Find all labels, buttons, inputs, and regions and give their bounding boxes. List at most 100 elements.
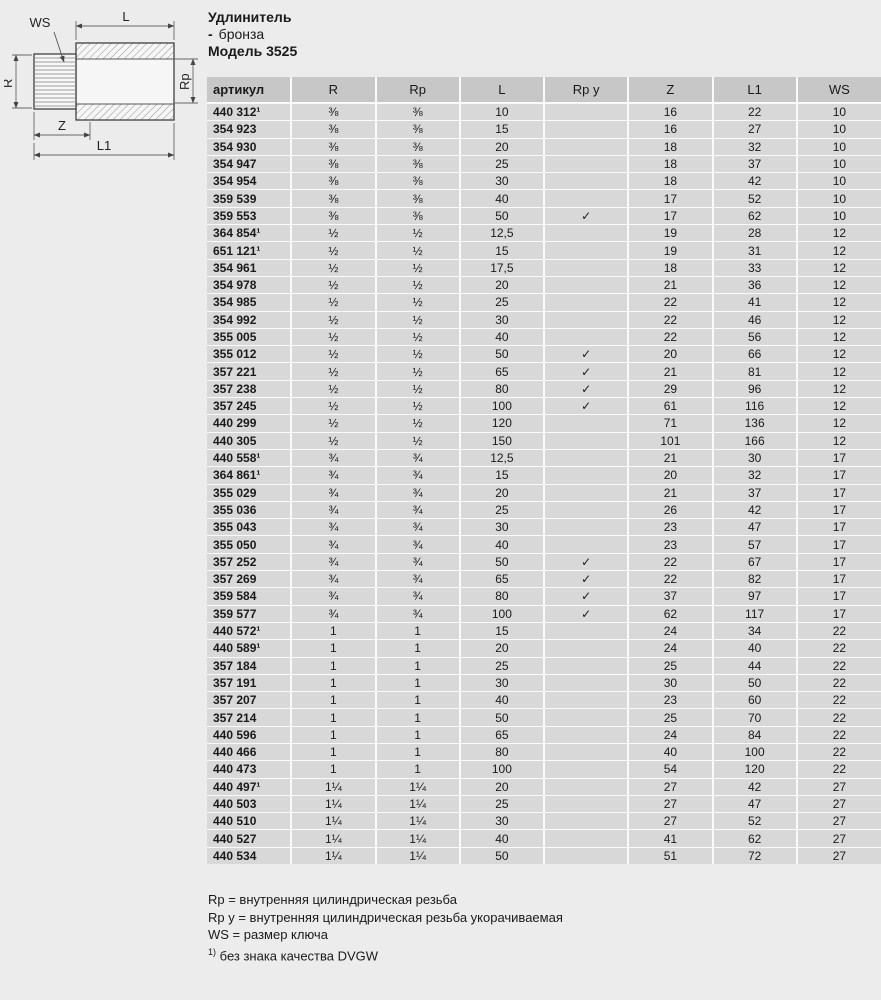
cell-artikul: 354 985: [207, 294, 291, 311]
cell-ws: 10: [797, 190, 881, 207]
cell-z: 23: [628, 692, 712, 709]
cell-l: 100: [460, 605, 544, 622]
cell-artikul: 440 510: [207, 813, 291, 830]
cell-rpu: ✓: [544, 346, 628, 363]
table-row: 440 312¹ ⅜ ⅜ 10 16 22 10: [207, 103, 881, 121]
dim-r: [12, 55, 32, 108]
cell-z: 23: [628, 519, 712, 536]
cell-artikul: 355 050: [207, 536, 291, 553]
cell-artikul: 357 207: [207, 692, 291, 709]
cell-rp: 1: [376, 692, 460, 709]
cell-l1: 47: [713, 795, 797, 812]
cell-ws: 10: [797, 121, 881, 138]
dim-label-ws: WS: [30, 15, 51, 30]
table-row: 364 861¹ ¾ ¾ 15 20 32 17: [207, 467, 881, 484]
cell-ws: 27: [797, 830, 881, 847]
cell-ws: 22: [797, 674, 881, 691]
table-header: артикул R Rp L Rp у Z L1 WS: [207, 77, 881, 103]
cell-l1: 28: [713, 225, 797, 242]
cell-ws: 12: [797, 294, 881, 311]
cell-l1: 22: [713, 103, 797, 121]
cell-r: ⅜: [291, 155, 375, 172]
cell-rpu: ✓: [544, 363, 628, 380]
cell-ws: 12: [797, 432, 881, 449]
cell-rp: ½: [376, 328, 460, 345]
cell-z: 61: [628, 398, 712, 415]
table-row: 357 221 ½ ½ 65 ✓ 21 81 12: [207, 363, 881, 380]
cell-artikul: 440 527: [207, 830, 291, 847]
cell-l: 80: [460, 743, 544, 760]
cell-artikul: 440 299: [207, 415, 291, 432]
cell-z: 22: [628, 328, 712, 345]
cell-rp: ¾: [376, 605, 460, 622]
cell-rpu: ✓: [544, 380, 628, 397]
cell-r: 1¼: [291, 847, 375, 864]
cell-l1: 31: [713, 242, 797, 259]
cell-z: 22: [628, 571, 712, 588]
cell-rp: ¾: [376, 588, 460, 605]
cell-ws: 12: [797, 259, 881, 276]
technical-drawing: WS L R Rp Z: [4, 2, 202, 175]
cell-rp: ¾: [376, 519, 460, 536]
cell-l: 80: [460, 588, 544, 605]
cell-z: 22: [628, 311, 712, 328]
cell-l: 65: [460, 571, 544, 588]
cell-l: 50: [460, 207, 544, 224]
cell-rpu: ✓: [544, 605, 628, 622]
cell-rpu: [544, 138, 628, 155]
dim-label-l: L: [122, 9, 129, 24]
cell-z: 30: [628, 674, 712, 691]
table-row: 357 184 1 1 25 25 44 22: [207, 657, 881, 674]
cell-z: 27: [628, 813, 712, 830]
cell-rp: 1: [376, 674, 460, 691]
table-row: 440 589¹ 1 1 20 24 40 22: [207, 640, 881, 657]
fitting-cross-section-drawing: WS L R Rp Z: [4, 2, 202, 170]
cell-l1: 47: [713, 519, 797, 536]
table-row: 359 539 ⅜ ⅜ 40 17 52 10: [207, 190, 881, 207]
cell-z: 29: [628, 380, 712, 397]
cell-ws: 10: [797, 173, 881, 190]
cell-rpu: ✓: [544, 588, 628, 605]
cell-rp: ½: [376, 225, 460, 242]
cell-rpu: [544, 155, 628, 172]
cell-artikul: 357 184: [207, 657, 291, 674]
cell-rpu: [544, 847, 628, 864]
cell-l1: 120: [713, 761, 797, 778]
cell-rpu: [544, 449, 628, 466]
cell-artikul: 355 012: [207, 346, 291, 363]
cell-l1: 50: [713, 674, 797, 691]
cell-l: 12,5: [460, 449, 544, 466]
cell-r: ¾: [291, 519, 375, 536]
cell-l: 25: [460, 501, 544, 518]
col-header-ws: WS: [797, 77, 881, 103]
cell-ws: 17: [797, 553, 881, 570]
cell-z: 21: [628, 449, 712, 466]
cell-ws: 22: [797, 743, 881, 760]
table-row: 440 534 1¼ 1¼ 50 51 72 27: [207, 847, 881, 864]
dim-label-z: Z: [58, 118, 66, 133]
cell-ws: 17: [797, 449, 881, 466]
cell-ws: 12: [797, 398, 881, 415]
cell-rpu: [544, 830, 628, 847]
cell-z: 20: [628, 346, 712, 363]
cell-rp: ½: [376, 242, 460, 259]
product-material-line: -бронза: [208, 26, 297, 43]
cell-rpu: [544, 294, 628, 311]
cell-ws: 22: [797, 692, 881, 709]
cell-ws: 27: [797, 795, 881, 812]
cell-r: ½: [291, 432, 375, 449]
cell-rp: 1: [376, 640, 460, 657]
cell-l1: 30: [713, 449, 797, 466]
cell-z: 21: [628, 484, 712, 501]
cell-rp: 1: [376, 622, 460, 639]
cell-artikul: 440 534: [207, 847, 291, 864]
cell-ws: 17: [797, 501, 881, 518]
cell-l1: 27: [713, 121, 797, 138]
cell-z: 21: [628, 363, 712, 380]
cell-z: 62: [628, 605, 712, 622]
cell-l: 20: [460, 276, 544, 293]
col-header-r: R: [291, 77, 375, 103]
cell-artikul: 440 572¹: [207, 622, 291, 639]
cell-l: 65: [460, 363, 544, 380]
cell-l: 30: [460, 173, 544, 190]
